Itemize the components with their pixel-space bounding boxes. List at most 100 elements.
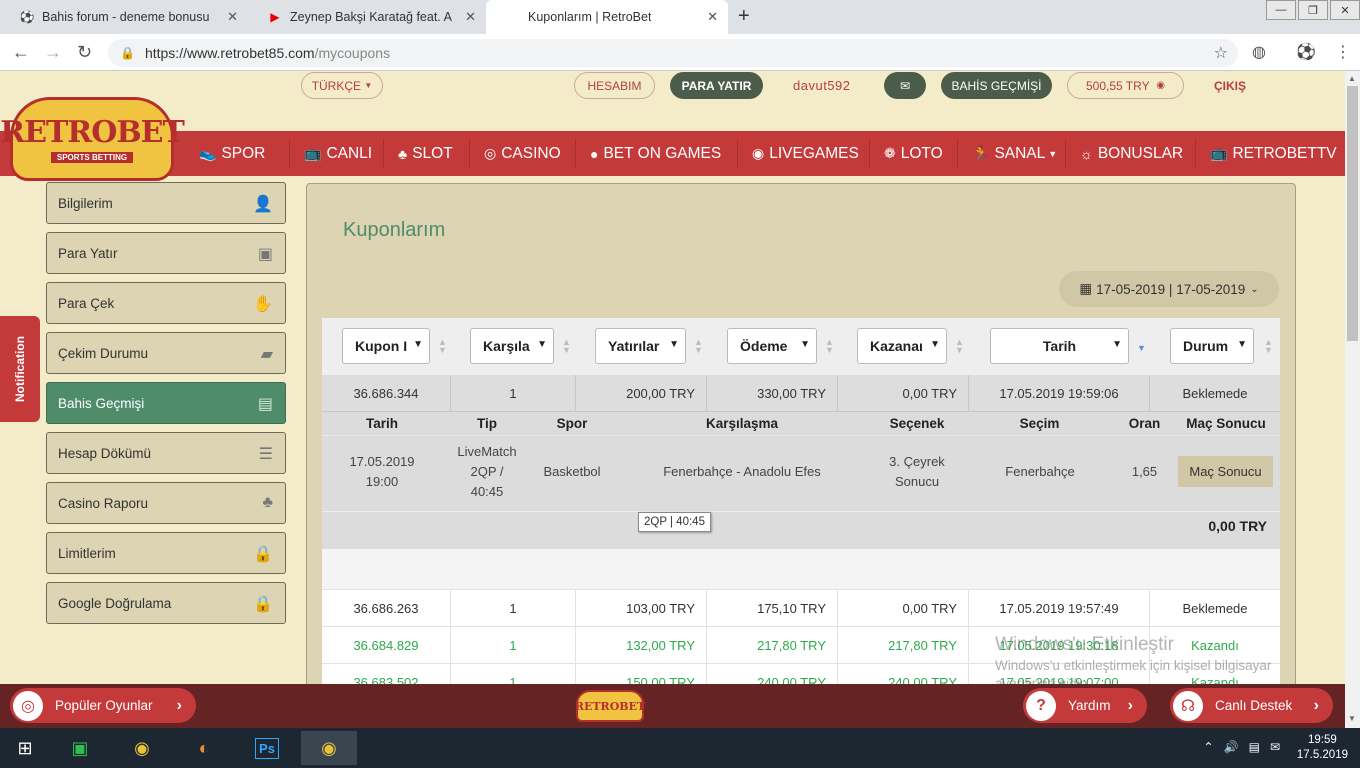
chevron-up-icon[interactable]: ⌃: [1204, 740, 1214, 754]
cherries-icon: ♣: [262, 494, 274, 511]
loading-icon: [506, 10, 520, 24]
language-select[interactable]: TÜRKÇE ▼: [301, 72, 383, 99]
payout: 217,80 TRY: [707, 627, 838, 664]
sort-icon[interactable]: ▲ ▼: [438, 338, 447, 355]
deposit-button[interactable]: PARA YATIR: [670, 72, 763, 99]
windows-start-icon[interactable]: ⊞: [8, 731, 42, 765]
new-tab-button[interactable]: +: [738, 5, 750, 28]
nav-casino[interactable]: ◎ CASINO: [484, 131, 561, 176]
sidebar-item-casino-raporu[interactable]: Casino Raporu ♣: [46, 482, 286, 524]
nav-slot[interactable]: ♣ SLOT: [398, 131, 453, 176]
sidebar-item-hesap-dokumu[interactable]: Hesap Dökümü ☰: [46, 432, 286, 474]
nav-bet-on-games[interactable]: ● BET ON GAMES: [590, 131, 721, 176]
sidebar-item-google-dogrulama[interactable]: Google Doğrulama 🔒: [46, 582, 286, 624]
popular-games-button[interactable]: ◎ Popüler Oyunlar ›: [10, 688, 196, 723]
chrome-icon[interactable]: ◉: [125, 731, 159, 765]
close-tab-icon[interactable]: ✕: [465, 9, 476, 25]
nav-loto[interactable]: ❁ LOTO: [884, 131, 943, 176]
chevron-down-icon: ⌄: [1250, 283, 1259, 295]
filter-karsilasma[interactable]: Karşıla ▼: [470, 328, 554, 364]
sidebar-item-bilgilerim[interactable]: Bilgilerim 👤: [46, 182, 286, 224]
match-result-button[interactable]: Maç Sonucu: [1178, 456, 1273, 487]
stake: 103,00 TRY: [576, 590, 707, 627]
live-support-button[interactable]: ☊ Canlı Destek ›: [1170, 688, 1333, 723]
account-button[interactable]: HESABIM: [574, 72, 655, 99]
nav-livegames[interactable]: ◉ LIVEGAMES: [752, 131, 859, 176]
filter-odeme[interactable]: Ödeme ▼: [727, 328, 817, 364]
nav-bonuslar[interactable]: ☼ BONUSLAR: [1080, 131, 1183, 176]
tab-bahis-forum[interactable]: ⚽ Bahis forum - deneme bonusu | b ✕: [0, 0, 248, 34]
photoshop-icon[interactable]: Ps: [250, 731, 284, 765]
reload-icon[interactable]: ↻: [77, 42, 92, 63]
nav-spor[interactable]: 👟 SPOR: [199, 131, 265, 176]
mail-button[interactable]: ✉: [884, 72, 926, 99]
sidebar-item-cekim-durumu[interactable]: Çekim Durumu ▰: [46, 332, 286, 374]
logout-link[interactable]: ÇIKIŞ: [1214, 79, 1246, 93]
caret-down-icon: ▼: [800, 339, 810, 350]
shoe-icon: 👟: [199, 145, 217, 161]
back-arrow-icon[interactable]: ←: [12, 42, 30, 63]
page-scrollbar[interactable]: ▲ ▼: [1345, 71, 1360, 728]
sidebar-item-limitlerim[interactable]: Limitlerim 🔒: [46, 532, 286, 574]
url-field[interactable]: 🔒 https://www.retrobet85.com/mycoupons ☆: [108, 39, 1238, 67]
volume-icon[interactable]: 🔊: [1224, 740, 1239, 754]
nav-canli[interactable]: 📺 CANLI: [304, 131, 372, 176]
profile-soccer-icon[interactable]: ⚽: [1296, 42, 1316, 62]
bottom-logo[interactable]: RETROBET: [575, 690, 645, 722]
globe-extension-icon[interactable]: ◍: [1252, 42, 1266, 62]
store-icon[interactable]: ▣: [63, 731, 97, 765]
sort-icon[interactable]: ▲ ▼: [955, 338, 964, 355]
sort-icon[interactable]: ▲ ▼: [694, 338, 703, 355]
close-window-icon[interactable]: ✕: [1330, 0, 1360, 20]
table-row[interactable]: 36.686.344 1 200,00 TRY 330,00 TRY 0,00 …: [322, 375, 1280, 412]
table-row[interactable]: 36.686.263 1 103,00 TRY 175,10 TRY 0,00 …: [322, 590, 1280, 627]
bookmark-star-icon[interactable]: ☆: [1214, 43, 1228, 63]
nav-retrobettv[interactable]: 📺 RETROBETTV: [1210, 131, 1337, 176]
retrobet-logo[interactable]: RETROBET SPORTS BETTING: [0, 97, 185, 181]
question-icon: ?: [1026, 690, 1056, 721]
balance-badge[interactable]: 500,55 TRY ◉: [1067, 72, 1184, 99]
browser-address-bar: ← → ↻ 🔒 https://www.retrobet85.com/mycou…: [0, 34, 1360, 71]
help-button[interactable]: ? Yardım ›: [1023, 688, 1147, 723]
sort-icon[interactable]: ▲ ▼: [562, 338, 571, 355]
caret-down-icon: ▼: [930, 339, 940, 350]
notification-tab[interactable]: Notification: [0, 316, 40, 422]
bet-history-button[interactable]: BAHİS GEÇMİŞİ: [941, 72, 1052, 99]
chrome-active-icon[interactable]: ◉: [301, 731, 357, 765]
lottery-ball-icon: ❁: [884, 145, 896, 161]
system-clock[interactable]: 19:59 17.5.2019: [1297, 733, 1348, 763]
sidebar-item-para-yatir[interactable]: Para Yatır ▣: [46, 232, 286, 274]
notifications-icon[interactable]: ✉: [1270, 740, 1280, 754]
filter-kupon-id[interactable]: Kupon I ▼: [342, 328, 430, 364]
caret-down-icon: ▼: [364, 81, 373, 90]
main-nav: 👟 SPOR 📺 CANLI ♣ SLOT ◎ CASINO ● BET ON GAMES…: [0, 131, 1345, 176]
site-top-bar: TÜRKÇE ▼ HESABIM PARA YATIR davut592 ✉ B…: [0, 71, 1345, 131]
tab-youtube[interactable]: ▶ Zeynep Bakşi Karatağ feat. A ✕: [248, 0, 486, 34]
maximize-icon[interactable]: ❐: [1298, 0, 1328, 20]
filter-tarih[interactable]: Tarih ▼: [990, 328, 1129, 364]
sort-icon[interactable]: ▲ ▼: [825, 338, 834, 355]
minimize-icon[interactable]: —: [1266, 0, 1296, 20]
filter-durum[interactable]: Durum ▼: [1170, 328, 1254, 364]
scroll-thumb[interactable]: [1347, 86, 1358, 341]
menu-dots-icon[interactable]: ⋮: [1335, 42, 1351, 62]
coupon-id: 36.686.344: [322, 375, 451, 412]
close-tab-icon[interactable]: ✕: [227, 9, 238, 25]
sort-icon[interactable]: ▲ ▼: [1264, 338, 1273, 355]
filter-yatirilan[interactable]: Yatırılar ▼: [595, 328, 686, 364]
date-range-picker[interactable]: ▦ 17-05-2019 | 17-05-2019 ⌄: [1059, 271, 1279, 307]
forward-arrow-icon[interactable]: →: [44, 42, 62, 63]
nav-sanal[interactable]: 🏃 SANAL ▼: [972, 131, 1057, 176]
tab-kuponlarim[interactable]: Kuponlarım | RetroBet ✕: [486, 0, 728, 34]
game-app-icon[interactable]: ◐: [187, 731, 221, 765]
network-icon[interactable]: ▤: [1249, 740, 1260, 754]
sidebar-item-para-cek[interactable]: Para Çek ✋: [46, 282, 286, 324]
filter-kazanan[interactable]: Kazanaı ▼: [857, 328, 947, 364]
bet-option: 3. Çeyrek Sonucu: [889, 454, 945, 489]
scroll-up-icon[interactable]: ▲: [1348, 74, 1356, 83]
cherries-icon: ♣: [398, 145, 408, 162]
close-tab-icon[interactable]: ✕: [707, 9, 718, 25]
sidebar-item-bahis-gecmisi[interactable]: Bahis Geçmişi ▤: [46, 382, 286, 424]
sort-desc-icon[interactable]: ▼: [1137, 344, 1146, 353]
scroll-down-icon[interactable]: ▼: [1348, 714, 1356, 723]
